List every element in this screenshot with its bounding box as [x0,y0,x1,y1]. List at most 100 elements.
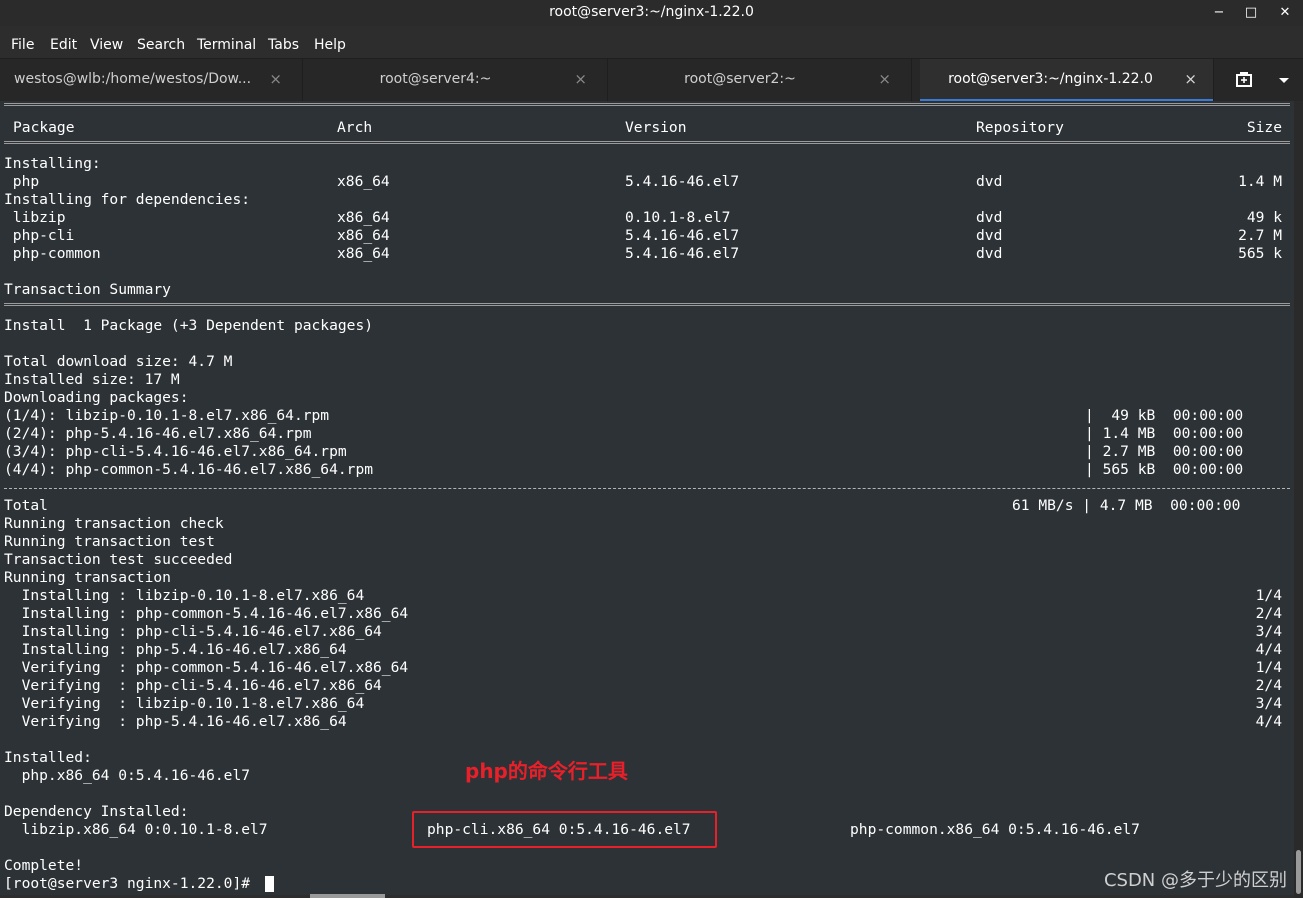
window-titlebar: root@server3:~/nginx-1.22.0 − □ ✕ [0,0,1303,26]
tab-westos[interactable]: westos@wlb:/home/westos/Dow... × [0,59,303,102]
tab-label: root@server4:~ [379,71,492,87]
table-row-repo: dvd [976,245,1003,262]
col-header-package: Package [13,119,75,136]
installed-size: Installed size: 17 M [4,371,180,388]
tab-server2[interactable]: root@server2:~ × [607,59,912,102]
menu-edit[interactable]: Edit [50,37,77,53]
download-stat: | 2.7 MB 00:00:00 [1085,443,1244,460]
step-line: Installing : libzip-0.10.1-8.el7.x86_64 [4,587,365,604]
step-line: Installing : php-5.4.16-46.el7.x86_64 [4,641,347,658]
menu-view[interactable]: View [90,37,123,53]
tab-bar: westos@wlb:/home/westos/Dow... × root@se… [0,58,1303,102]
dashed-separator [4,488,1290,489]
annotation-text: php的命令行工具 [465,759,628,783]
new-tab-icon[interactable] [1230,67,1258,95]
table-row-pkg: php-common [4,245,101,262]
table-row-arch: x86_64 [337,209,390,226]
col-header-arch: Arch [337,119,373,136]
table-row-version: 5.4.16-46.el7 [625,227,740,244]
separator-rule [4,103,1290,106]
table-row-pkg: php-cli [4,227,75,244]
menu-terminal[interactable]: Terminal [197,37,256,53]
total-label: Total [4,497,48,514]
download-stat: | 49 kB 00:00:00 [1085,407,1244,424]
annotation-highlight-box [412,811,717,848]
table-row-size: 1.4 M [1238,173,1282,190]
tab-label: westos@wlb:/home/westos/Dow... [14,71,252,87]
table-row-size: 2.7 M [1238,227,1282,244]
table-row-repo: dvd [976,209,1003,226]
vertical-scrollbar[interactable] [1294,101,1303,898]
installing-label: Installing: [4,155,101,172]
horizontal-scroll-indicator[interactable] [310,894,385,898]
total-download-size: Total download size: 4.7 M [4,353,233,370]
step-line: Verifying : php-common-5.4.16-46.el7.x86… [4,659,409,676]
tab-close-icon[interactable]: × [574,70,587,88]
close-window-button[interactable]: ✕ [1275,3,1295,23]
step-line: Installing : php-cli-5.4.16-46.el7.x86_6… [4,623,382,640]
separator-rule [4,141,1290,144]
download-file: (3/4): php-cli-5.4.16-46.el7.x86_64.rpm [4,443,347,460]
download-file: (2/4): php-5.4.16-46.el7.x86_64.rpm [4,425,312,442]
tab-menu-icon[interactable] [1270,67,1298,95]
minimize-button[interactable]: − [1209,3,1229,23]
transaction-line: Transaction test succeeded [4,551,233,568]
installed-label: Installed: [4,749,92,766]
download-file: (4/4): php-common-5.4.16-46.el7.x86_64.r… [4,461,374,478]
dep-installed-item: php-common.x86_64 0:5.4.16-46.el7 [850,821,1140,838]
table-row-pkg: php [4,173,40,190]
dep-installed-label: Dependency Installed: [4,803,189,820]
menu-search[interactable]: Search [137,37,185,53]
step-line: Verifying : libzip-0.10.1-8.el7.x86_64 [4,695,365,712]
step-line: Installing : php-common-5.4.16-46.el7.x8… [4,605,409,622]
table-row-arch: x86_64 [337,173,390,190]
shell-prompt[interactable]: [root@server3 nginx-1.22.0]# [4,875,259,893]
transaction-line: Running transaction check [4,515,224,532]
tab-close-icon[interactable]: × [878,70,891,88]
step-count: 4/4 [1255,641,1282,658]
step-count: 1/4 [1255,587,1282,604]
col-header-size: Size [1246,119,1282,136]
tab-close-icon[interactable]: × [269,70,282,88]
download-stat: | 565 kB 00:00:00 [1085,461,1244,478]
watermark: CSDN @多于少的区别 [1103,870,1287,891]
step-count: 4/4 [1255,713,1282,730]
summary-title: Transaction Summary [4,281,171,298]
menu-file[interactable]: File [11,37,34,53]
summary-install: Install 1 Package (+3 Dependent packages… [4,317,374,334]
step-count: 1/4 [1255,659,1282,676]
menu-help[interactable]: Help [314,37,346,53]
download-file: (1/4): libzip-0.10.1-8.el7.x86_64.rpm [4,407,330,424]
scrollbar-thumb[interactable] [1296,850,1301,894]
tab-server3[interactable]: root@server3:~/nginx-1.22.0 × [920,59,1214,102]
transaction-line: Running transaction [4,569,171,586]
transaction-line: Running transaction test [4,533,215,550]
dep-installed-item: libzip.x86_64 0:0.10.1-8.el7 [4,821,268,838]
table-row-size: 49 k [1246,209,1282,226]
menu-tabs[interactable]: Tabs [268,37,299,53]
table-row-version: 5.4.16-46.el7 [625,245,740,262]
table-row-size: 565 k [1238,245,1282,262]
table-row-arch: x86_64 [337,227,390,244]
complete-line: Complete! [4,857,84,874]
table-row-repo: dvd [976,227,1003,244]
step-count: 2/4 [1255,677,1282,694]
step-count: 2/4 [1255,605,1282,622]
separator-rule [4,303,1290,306]
downloading-label: Downloading packages: [4,389,189,406]
text-cursor [265,876,274,892]
tab-close-icon[interactable]: × [1184,70,1197,88]
step-line: Verifying : php-5.4.16-46.el7.x86_64 [4,713,347,730]
maximize-button[interactable]: □ [1241,3,1261,23]
table-row-version: 0.10.1-8.el7 [625,209,731,226]
step-line: Verifying : php-cli-5.4.16-46.el7.x86_64 [4,677,382,694]
window-title: root@server3:~/nginx-1.22.0 [549,4,754,20]
table-row-version: 5.4.16-46.el7 [625,173,740,190]
col-header-repository: Repository [976,119,1064,136]
installed-item: php.x86_64 0:5.4.16-46.el7 [4,767,251,784]
tab-label: root@server3:~/nginx-1.22.0 [948,71,1153,87]
tab-server4[interactable]: root@server4:~ × [302,59,608,102]
menu-bar: File Edit View Search Terminal Tabs Help [0,30,1303,58]
download-stat: | 1.4 MB 00:00:00 [1085,425,1244,442]
table-row-pkg: libzip [4,209,66,226]
